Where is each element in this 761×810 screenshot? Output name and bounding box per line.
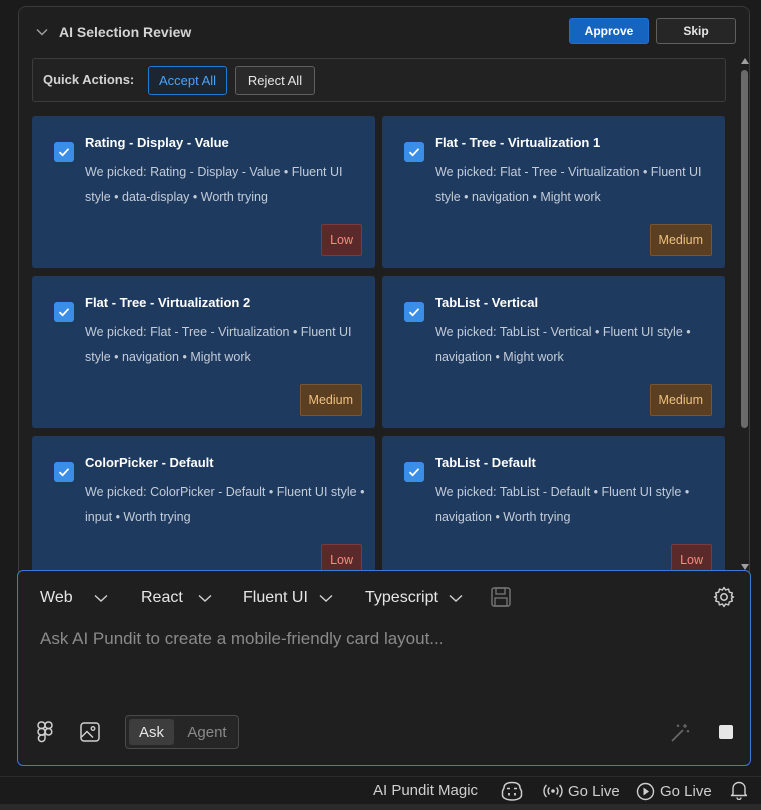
magic-wand-icon[interactable] (668, 721, 692, 745)
review-title: AI Selection Review (59, 24, 192, 40)
image-icon[interactable] (79, 721, 101, 743)
copilot-icon (501, 781, 523, 801)
gear-icon[interactable] (712, 585, 736, 609)
card-checkbox[interactable] (54, 462, 74, 482)
mode-toggle: Ask Agent (125, 715, 239, 749)
notifications-item[interactable] (730, 780, 748, 800)
bottom-strip (0, 804, 761, 810)
platform-dropdown[interactable]: Web (40, 587, 109, 609)
card-description: We picked: Flat - Tree - Virtualization … (85, 325, 352, 364)
quick-actions-label: Quick Actions: (43, 72, 135, 87)
go-live-item-1[interactable]: Go Live (542, 782, 620, 800)
selection-card[interactable]: TabList - Default We picked: TabList - D… (382, 436, 725, 577)
chevron-down-icon (449, 594, 463, 602)
card-checkbox[interactable] (54, 302, 74, 322)
go-live-label: Go Live (660, 783, 712, 800)
selection-card[interactable]: Flat - Tree - Virtualization 1 We picked… (382, 116, 725, 268)
framework-dropdown[interactable]: React (141, 587, 213, 609)
quick-actions-bar: Quick Actions: Accept All Reject All (32, 58, 726, 102)
chevron-down-icon (198, 594, 212, 602)
status-bar: AI Pundit Magic Go Live Go Live (0, 776, 761, 804)
confidence-badge: Medium (649, 384, 712, 416)
ai-pundit-magic-label: AI Pundit Magic (373, 782, 479, 799)
skip-button[interactable]: Skip (656, 18, 736, 44)
chat-composer: Web React Fluent UI Typescript Ask AI Pu… (17, 570, 751, 766)
confidence-badge: Low (321, 224, 362, 256)
card-checkbox[interactable] (404, 142, 424, 162)
card-title: Flat - Tree - Virtualization 1 (435, 135, 601, 150)
stop-icon[interactable] (719, 725, 733, 739)
accept-all-button[interactable]: Accept All (148, 66, 227, 95)
chevron-down-icon[interactable] (35, 25, 49, 39)
approve-button[interactable]: Approve (569, 18, 649, 44)
platform-value: Web (40, 589, 73, 606)
checkmark-icon (58, 148, 70, 157)
design-system-value: Fluent UI (243, 589, 308, 606)
selection-card[interactable]: Rating - Display - Value We picked: Rati… (32, 116, 375, 268)
card-description: We picked: TabList - Default • Fluent UI… (435, 485, 690, 524)
checkmark-icon (58, 308, 70, 317)
chevron-down-icon (94, 594, 108, 602)
card-description: We picked: TabList - Vertical • Fluent U… (435, 325, 691, 364)
vertical-scrollbar[interactable] (739, 58, 751, 570)
card-checkbox[interactable] (404, 302, 424, 322)
card-description: We picked: ColorPicker - Default • Fluen… (85, 485, 365, 524)
card-description: We picked: Flat - Tree - Virtualization … (435, 165, 702, 204)
language-dropdown[interactable]: Typescript (365, 587, 464, 609)
selection-card[interactable]: ColorPicker - Default We picked: ColorPi… (32, 436, 375, 577)
card-title: Flat - Tree - Virtualization 2 (85, 295, 251, 310)
scroll-up-arrow-icon[interactable] (741, 58, 749, 64)
mode-ask-button[interactable]: Ask (129, 719, 174, 745)
checkmark-icon (408, 308, 420, 317)
app-root: AI Selection Review Approve Skip Quick A… (0, 0, 761, 810)
card-title: ColorPicker - Default (85, 455, 214, 470)
chevron-down-icon (319, 594, 333, 602)
mode-agent-button[interactable]: Agent (178, 719, 236, 745)
ai-pundit-magic-item[interactable]: AI Pundit Magic (373, 782, 478, 799)
review-header: AI Selection Review Approve Skip (19, 7, 749, 55)
reject-all-button[interactable]: Reject All (235, 66, 315, 95)
card-checkbox[interactable] (404, 462, 424, 482)
card-title: Rating - Display - Value (85, 135, 229, 150)
selection-card[interactable]: Flat - Tree - Virtualization 2 We picked… (32, 276, 375, 428)
card-title: TabList - Vertical (435, 295, 539, 310)
framework-value: React (141, 589, 183, 606)
confidence-badge: Medium (649, 224, 712, 256)
copilot-item[interactable] (500, 780, 524, 802)
save-icon[interactable] (490, 586, 512, 608)
checkmark-icon (408, 148, 420, 157)
bell-icon (730, 781, 748, 800)
figma-icon[interactable] (35, 720, 55, 744)
checkmark-icon (58, 468, 70, 477)
card-title: TabList - Default (435, 455, 536, 470)
go-live-item-2[interactable]: Go Live (636, 782, 712, 801)
prompt-input[interactable]: Ask AI Pundit to create a mobile-friendl… (40, 629, 443, 649)
selection-card[interactable]: TabList - Vertical We picked: TabList - … (382, 276, 725, 428)
go-live-label: Go Live (568, 782, 620, 800)
card-description: We picked: Rating - Display - Value • Fl… (85, 165, 343, 204)
checkmark-icon (408, 468, 420, 477)
card-checkbox[interactable] (54, 142, 74, 162)
play-circle-icon (636, 782, 655, 801)
ai-selection-review-panel: AI Selection Review Approve Skip Quick A… (18, 6, 750, 578)
scrollbar-thumb[interactable] (741, 70, 748, 428)
confidence-badge: Medium (299, 384, 362, 416)
language-value: Typescript (365, 589, 438, 606)
design-system-dropdown[interactable]: Fluent UI (243, 587, 334, 609)
selection-card-grid: Rating - Display - Value We picked: Rati… (32, 116, 726, 577)
broadcast-icon (543, 784, 563, 798)
